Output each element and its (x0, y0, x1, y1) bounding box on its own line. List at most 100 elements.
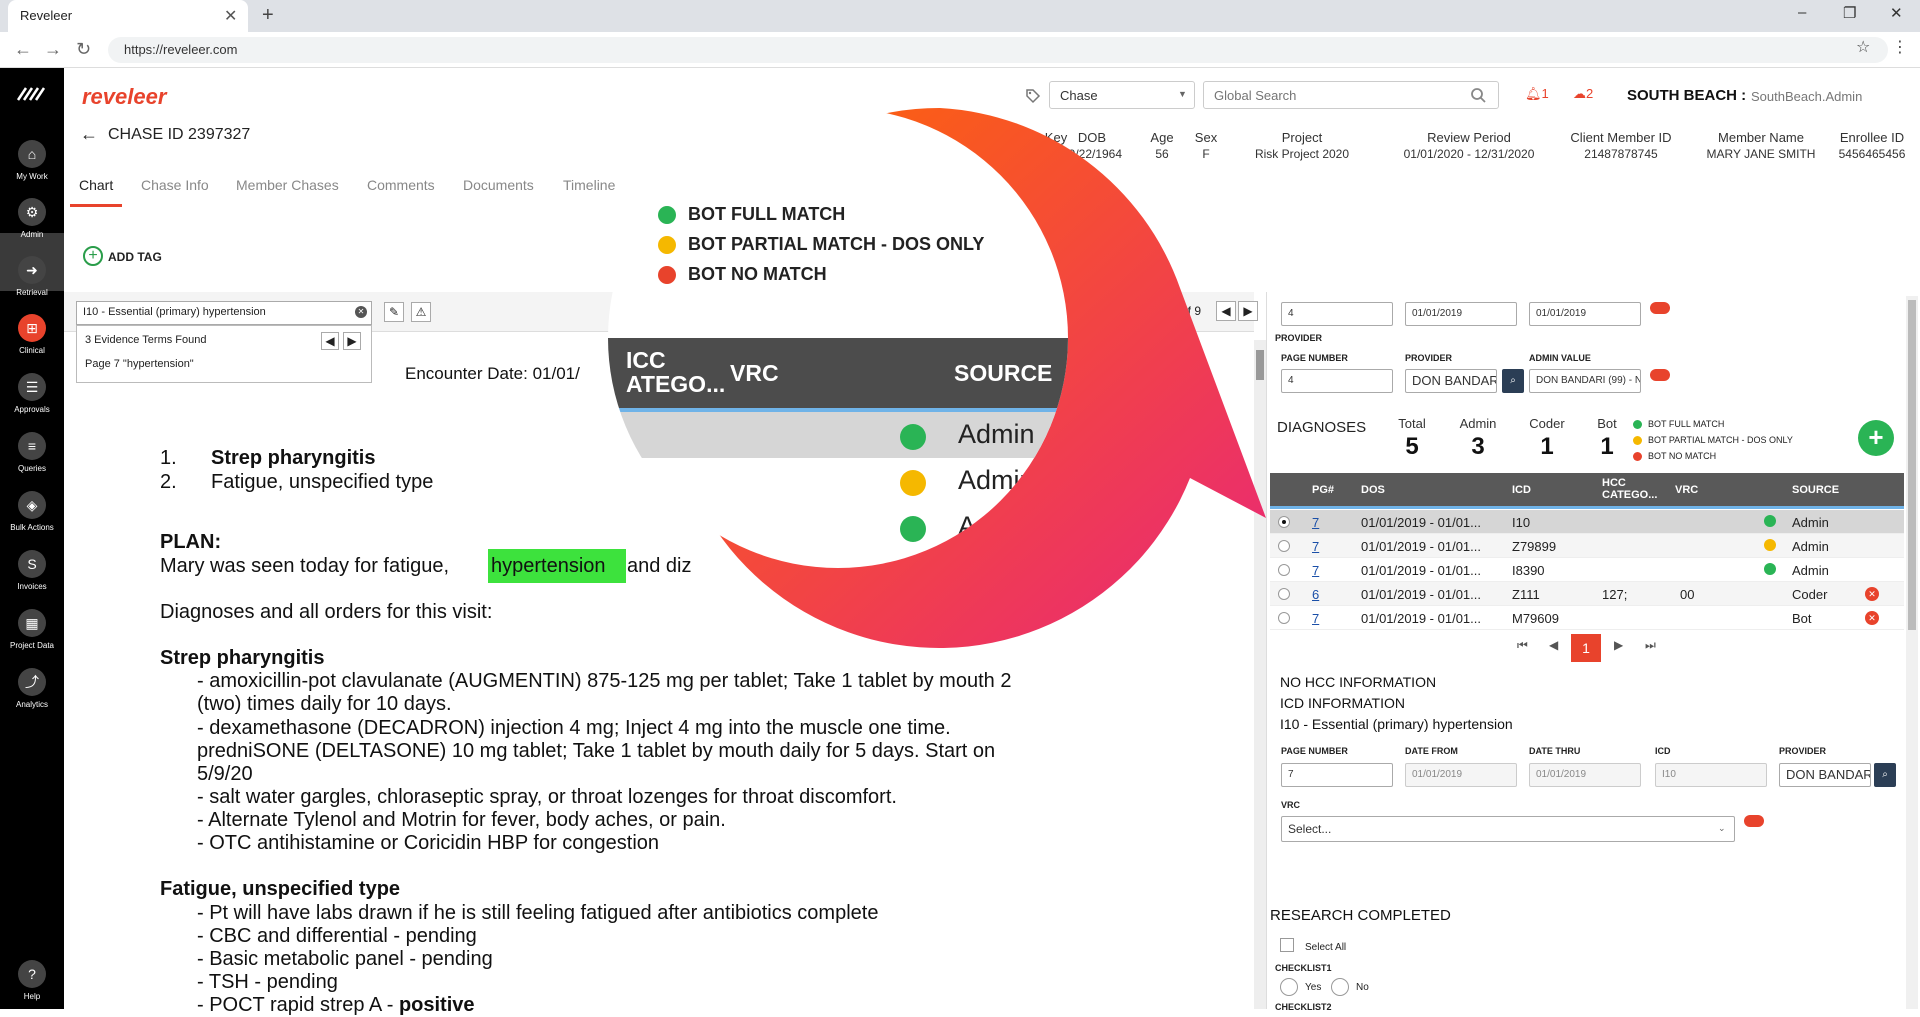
detail-provider-select[interactable]: DON BANDARI (1779, 763, 1871, 787)
diagnosis-row[interactable]: 6 01/01/2019 - 01/01... Z111 127; 00 Coder ✕ (1270, 582, 1904, 606)
sidebar-item-project-data[interactable]: ▦ Project Data (0, 609, 64, 650)
remove-row-button[interactable] (1650, 302, 1670, 314)
diagnosis-row[interactable]: 7 01/01/2019 - 01/01... M79609 Bot ✕ (1270, 606, 1904, 630)
provider-select[interactable]: DON BANDARI (1405, 369, 1497, 393)
document-scroll-thumb[interactable] (1256, 350, 1264, 380)
sidebar-item-admin[interactable]: ⚙ Admin (0, 198, 64, 239)
tab-member-chases[interactable]: Member Chases (236, 177, 339, 193)
sidebar-item-bulk-actions[interactable]: ◈ Bulk Actions (0, 491, 64, 532)
sidebar-item-queries[interactable]: ≡ Queries (0, 432, 64, 473)
pager-prev-button[interactable]: ◀ (1549, 638, 1558, 652)
col-vrc[interactable]: VRC (1675, 484, 1698, 496)
provider-search-button[interactable]: ⌕ (1502, 369, 1524, 393)
global-search-input[interactable] (1203, 81, 1499, 109)
reload-icon[interactable]: ↻ (76, 39, 91, 60)
add-tag-icon[interactable]: + (83, 246, 103, 266)
vrc-select[interactable]: Select... ⌄ (1281, 816, 1735, 842)
remove-admin-value-button[interactable] (1650, 369, 1670, 381)
detail-provider-search-button[interactable]: ⌕ (1874, 763, 1896, 787)
row-select-radio[interactable] (1278, 588, 1290, 600)
notification-bell-button[interactable]: 🔔︎1 (1525, 86, 1549, 102)
sidebar-item-analytics[interactable]: ⤴ Analytics (0, 668, 64, 709)
admin-date-from-field[interactable]: 01/01/2019 (1405, 302, 1517, 326)
pager-next-button[interactable]: ▶ (1614, 638, 1623, 652)
doc-line: - TSH - pending (197, 971, 338, 993)
add-tag-button[interactable]: ADD TAG (108, 250, 162, 264)
panel-scroll-thumb[interactable] (1908, 300, 1916, 630)
minimize-icon[interactable]: – (1798, 4, 1806, 21)
mag-legend-entry: BOT PARTIAL MATCH - DOS ONLY (658, 234, 984, 255)
tab-chart[interactable]: Chart (79, 177, 113, 193)
document-scrollbar[interactable] (1254, 340, 1266, 1009)
row-page-link[interactable]: 6 (1312, 587, 1319, 602)
detail-page-field[interactable]: 7 (1281, 763, 1393, 787)
tab-chase-info[interactable]: Chase Info (141, 177, 209, 193)
bookmark-star-icon[interactable]: ☆ (1856, 37, 1870, 57)
row-page-link[interactable]: 7 (1312, 611, 1319, 626)
add-diagnosis-button[interactable]: + (1858, 420, 1894, 456)
sidebar-item-retrieval[interactable]: ➜ Retrieval (0, 256, 64, 297)
page-number-input[interactable]: 7 (1129, 301, 1161, 323)
delete-row-icon[interactable]: ✕ (1865, 611, 1879, 625)
back-icon[interactable]: ← (14, 39, 32, 60)
tab-timeline[interactable]: Timeline (563, 177, 615, 193)
clear-search-icon[interactable]: ✕ (355, 306, 367, 318)
maximize-icon[interactable]: ❐ (1843, 4, 1856, 22)
pager-first-button[interactable]: ⏮ (1517, 638, 1528, 653)
prev-page-button[interactable]: ◀ (1216, 301, 1236, 321)
row-page-link[interactable]: 7 (1312, 563, 1319, 578)
pencil-icon[interactable]: ✎ (384, 302, 404, 322)
sidebar-item-clinical[interactable]: ⊞ Clinical (0, 314, 64, 355)
row-select-radio[interactable] (1278, 540, 1290, 552)
col-source[interactable]: SOURCE (1792, 484, 1839, 496)
sidebar-item-my-work[interactable]: ⌂ My Work (0, 140, 64, 181)
col-hcc[interactable]: HCC CATEGO... (1602, 477, 1666, 501)
next-page-button[interactable]: ▶ (1238, 301, 1258, 321)
checklist1-yes-radio[interactable] (1280, 978, 1298, 996)
page-number-field[interactable]: 4 (1281, 369, 1393, 393)
row-page-link[interactable]: 7 (1312, 515, 1319, 530)
row-page-link[interactable]: 7 (1312, 539, 1319, 554)
pager-last-button[interactable]: ⏭ (1645, 638, 1656, 653)
forward-icon[interactable]: → (44, 39, 62, 60)
remove-vrc-button[interactable] (1744, 815, 1764, 827)
close-tab-icon[interactable]: ✕ (224, 6, 237, 26)
col-pg[interactable]: PG# (1312, 484, 1334, 496)
tag-icon[interactable] (1025, 88, 1041, 104)
tab-comments[interactable]: Comments (367, 177, 435, 193)
new-tab-button[interactable]: + (262, 4, 274, 27)
admin-value-field[interactable]: DON BANDARI (99) - N (1529, 369, 1641, 393)
diagnosis-row[interactable]: 7 01/01/2019 - 01/01... Z79899 Admin (1270, 534, 1904, 558)
sidebar-item-invoices[interactable]: S Invoices (0, 550, 64, 591)
pager-current-page[interactable]: 1 (1571, 634, 1601, 662)
search-icon[interactable] (1470, 87, 1486, 103)
row-select-radio[interactable] (1278, 516, 1290, 528)
close-window-icon[interactable]: ✕ (1890, 4, 1903, 22)
checklist1-no-radio[interactable] (1331, 978, 1349, 996)
row-select-radio[interactable] (1278, 564, 1290, 576)
delete-row-icon[interactable]: ✕ (1865, 587, 1879, 601)
evidence-search-field[interactable]: I10 - Essential (primary) hypertension ✕ (76, 301, 372, 325)
admin-date-thru-field[interactable]: 01/01/2019 (1529, 302, 1641, 326)
warning-icon[interactable]: ⚠ (411, 302, 431, 322)
sidebar-item-approvals[interactable]: ☰ Approvals (0, 373, 64, 414)
col-icd[interactable]: ICD (1512, 484, 1531, 496)
sidebar-item-help[interactable]: ? Help (0, 960, 64, 1001)
browser-tab[interactable]: Reveleer ✕ (8, 0, 248, 32)
url-field[interactable]: https://reveleer.com (108, 37, 1888, 63)
browser-menu-icon[interactable]: ⋮ (1892, 37, 1908, 57)
user-name[interactable]: SouthBeach.Admin (1751, 89, 1862, 104)
tab-documents[interactable]: Documents (463, 177, 534, 193)
search-scope-select[interactable]: Chase ▼ (1049, 81, 1195, 109)
col-dos[interactable]: DOS (1361, 484, 1385, 496)
evidence-next-button[interactable]: ▶ (343, 332, 361, 350)
row-select-radio[interactable] (1278, 612, 1290, 624)
back-arrow-icon[interactable]: ← (80, 124, 98, 145)
brand-logo[interactable]: reveleer (82, 84, 166, 110)
diagnosis-row[interactable]: 7 01/01/2019 - 01/01... I8390 Admin (1270, 558, 1904, 582)
notification-cloud-button[interactable]: ☁2 (1573, 86, 1593, 102)
select-all-checkbox[interactable] (1280, 938, 1294, 952)
admin-page-field[interactable]: 4 (1281, 302, 1393, 326)
evidence-prev-button[interactable]: ◀ (321, 332, 339, 350)
diagnosis-row[interactable]: 7 01/01/2019 - 01/01... I10 Admin (1270, 510, 1904, 534)
